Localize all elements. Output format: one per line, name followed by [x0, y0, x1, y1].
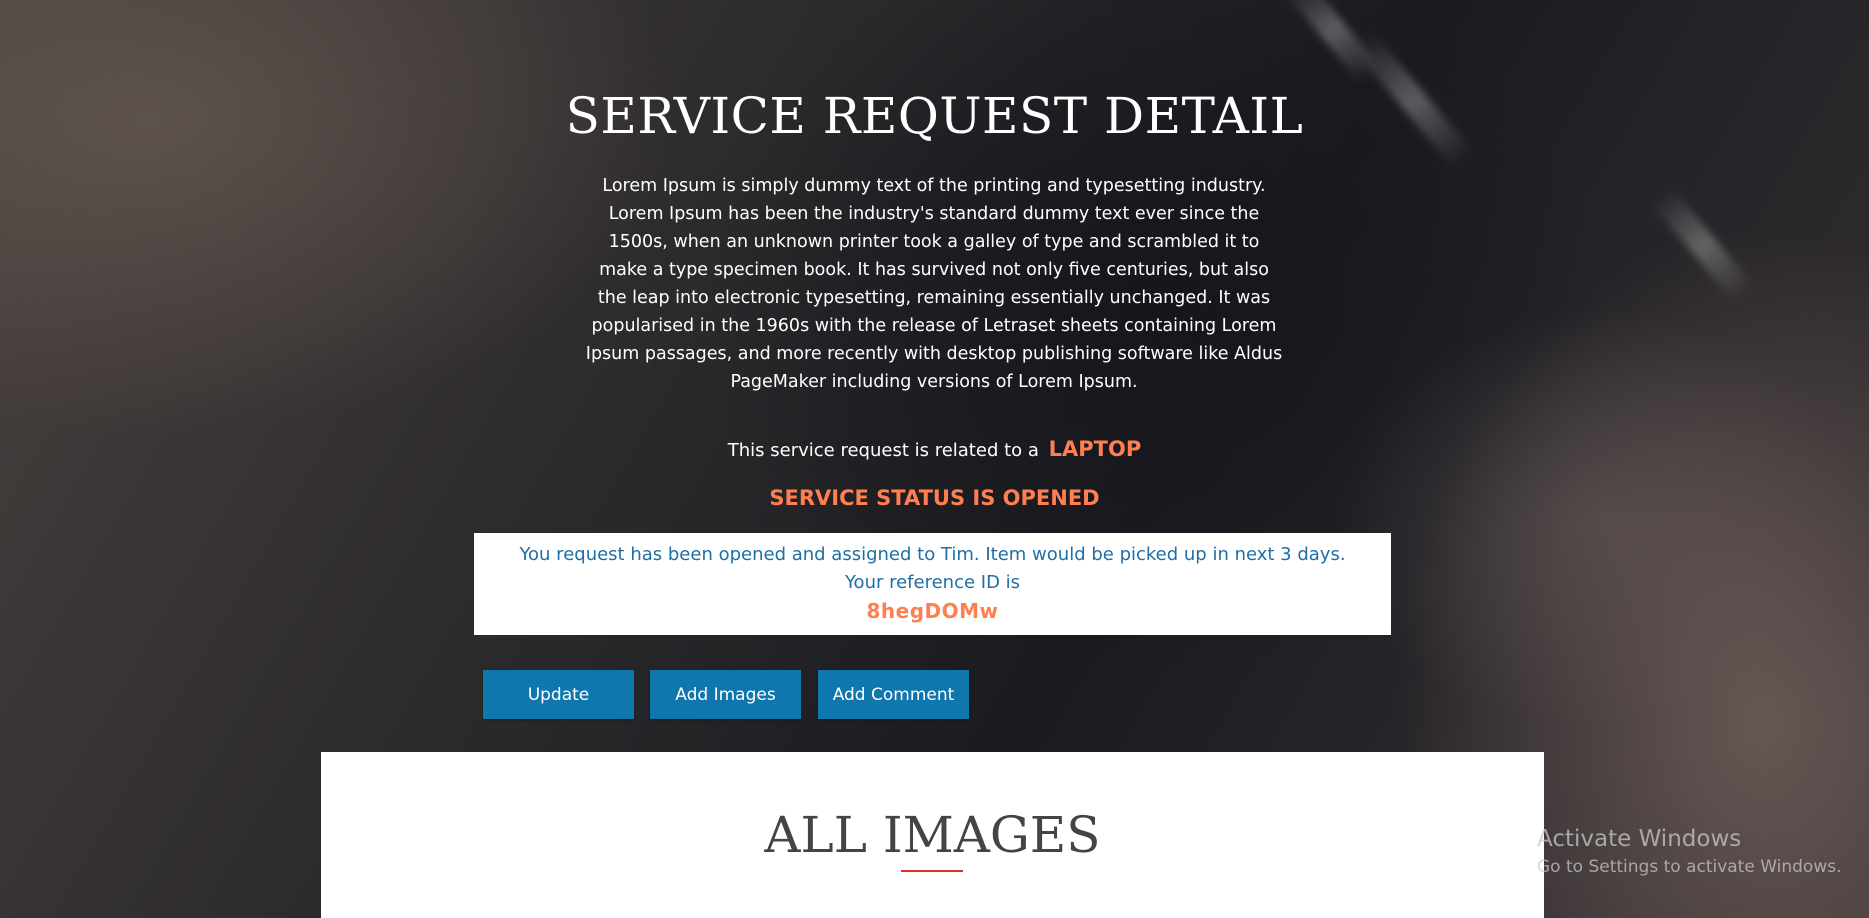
intro-paragraph: Lorem Ipsum is simply dummy text of the … [585, 176, 1283, 392]
reference-label: Your reference ID is [844, 572, 1021, 593]
page-title: SERVICE REQUEST DETAIL [565, 87, 1304, 145]
windows-activation-watermark: Activate Windows Go to Settings to activ… [1537, 823, 1842, 879]
reference-id: 8hegDOMw [866, 599, 999, 623]
update-button[interactable]: Update [483, 670, 634, 719]
watermark-title: Activate Windows [1537, 826, 1742, 852]
service-status: SERVICE STATUS IS OPENED [769, 486, 1100, 510]
add-images-button[interactable]: Add Images [650, 670, 801, 719]
notice-message: You request has been opened and assigned… [519, 544, 1346, 565]
device-type: LAPTOP [1048, 437, 1142, 461]
title-underline [901, 870, 963, 872]
related-device-line: This service request is related to a LAP… [0, 432, 1869, 468]
add-comment-button[interactable]: Add Comment [818, 670, 969, 719]
watermark-subtitle: Go to Settings to activate Windows. [1537, 857, 1842, 877]
assignment-notice: You request has been opened and assigned… [474, 533, 1391, 635]
all-images-title: ALL IMAGES [764, 806, 1101, 864]
background-highlight [1651, 186, 1755, 304]
related-device-prefix: This service request is related to a [727, 440, 1039, 461]
all-images-section: ALL IMAGES [321, 752, 1544, 918]
